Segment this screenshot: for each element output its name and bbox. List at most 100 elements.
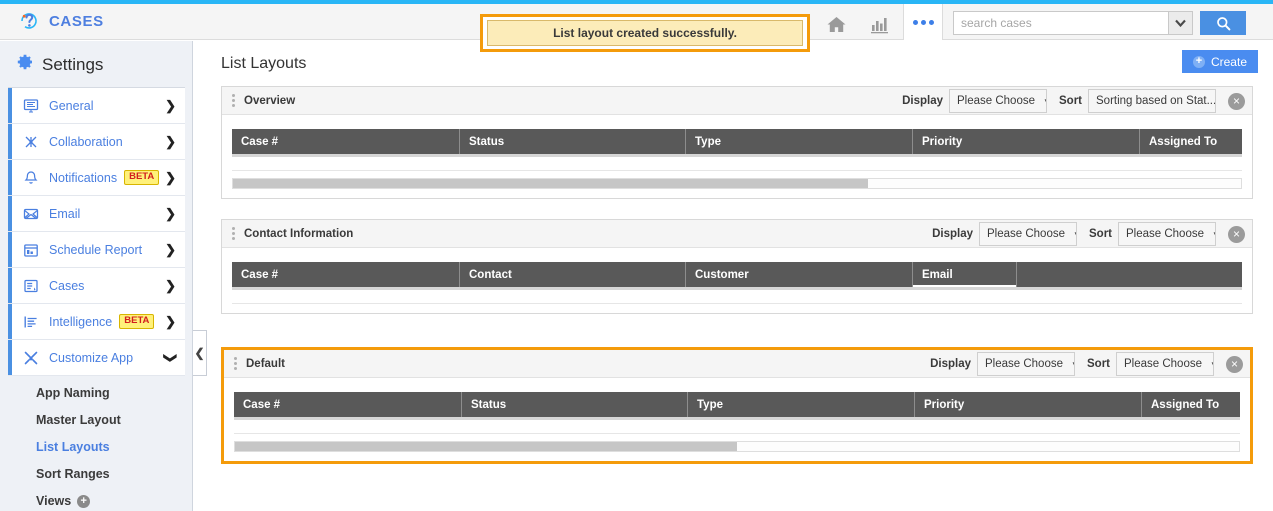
display-label: Display	[930, 358, 971, 370]
sidebar-item-cases[interactable]: Cases ❯	[8, 268, 185, 304]
horizontal-scrollbar[interactable]	[234, 441, 1240, 452]
customize-app-sub-list: App Naming Master Layout List Layouts So…	[0, 376, 192, 508]
sub-item-label: Master Layout	[36, 413, 121, 427]
column-header-empty[interactable]	[1017, 262, 1242, 287]
chevron-right-icon: ❯	[165, 169, 176, 185]
chevron-right-icon: ❯	[165, 277, 176, 293]
sidebar-item-label: Intelligence	[49, 314, 113, 329]
card-header: Overview Display Please Choose ▼ Sort So…	[222, 87, 1252, 115]
sidebar-item-label: Cases	[49, 278, 85, 293]
dots-group	[912, 19, 934, 25]
sidebar-item-list-layouts[interactable]: List Layouts	[36, 440, 192, 454]
chevron-right-icon: ❯	[165, 133, 176, 149]
sidebar-item-notifications[interactable]: Notifications BETA ❯	[8, 160, 185, 196]
settings-nav-list: General ❯ Collaboration ❯ Notifications …	[8, 87, 185, 376]
empty-row-divider	[232, 170, 1242, 171]
beta-badge: BETA	[119, 314, 155, 329]
column-header[interactable]: Status	[462, 392, 688, 417]
sidebar-item-email[interactable]: Email ❯	[8, 196, 185, 232]
card-body: Case # Status Type Priority Assigned To	[224, 378, 1250, 461]
gear-icon	[14, 52, 34, 77]
drag-handle-icon[interactable]	[234, 357, 237, 370]
empty-row-divider	[232, 303, 1242, 304]
column-header[interactable]: Customer	[686, 262, 913, 287]
column-header[interactable]: Case #	[232, 262, 460, 287]
calendar-icon	[22, 241, 40, 259]
remove-layout-button[interactable]: ×	[1228, 92, 1245, 110]
drag-handle-icon[interactable]	[232, 94, 235, 107]
column-header[interactable]: Assigned To	[1142, 392, 1240, 417]
bar-chart-icon[interactable]	[858, 8, 902, 40]
sidebar-item-sort-ranges[interactable]: Sort Ranges	[36, 467, 192, 481]
search-scope-dropdown[interactable]	[1168, 11, 1193, 35]
sidebar-item-collaboration[interactable]: Collaboration ❯	[8, 124, 185, 160]
card-body: Case # Status Type Priority Assigned To	[222, 115, 1252, 198]
chevron-down-icon: ▼	[1043, 97, 1046, 106]
column-header[interactable]: Type	[688, 392, 915, 417]
search-submit-button[interactable]	[1200, 11, 1246, 35]
display-label: Display	[902, 95, 943, 107]
sort-select[interactable]: Sorting based on Stat... ▼	[1088, 89, 1216, 113]
card-header: Contact Information Display Please Choos…	[222, 220, 1252, 248]
case-list-icon	[22, 277, 40, 295]
column-header[interactable]: Priority	[913, 129, 1140, 154]
sidebar-item-label: Customize App	[49, 350, 134, 365]
create-button[interactable]: + Create	[1181, 50, 1258, 73]
sidebar-item-app-naming[interactable]: App Naming	[36, 386, 192, 400]
list-layout-card-default: Default Display Please Choose ▼ Sort Ple…	[221, 347, 1253, 464]
sort-select[interactable]: Please Choose ▼	[1116, 352, 1214, 376]
sub-item-label: Views	[36, 494, 72, 508]
sidebar-item-general[interactable]: General ❯	[8, 88, 185, 124]
drag-handle-icon[interactable]	[232, 227, 235, 240]
sidebar-item-schedule-report[interactable]: Schedule Report ❯	[8, 232, 185, 268]
sub-item-label: Sort Ranges	[36, 467, 110, 481]
sidebar-item-label: General	[49, 98, 94, 113]
display-select-value: Please Choose	[957, 95, 1035, 107]
sidebar-collapse-handle[interactable]: ❮	[193, 330, 207, 376]
tools-icon	[22, 349, 40, 367]
sidebar-item-master-layout[interactable]: Master Layout	[36, 413, 192, 427]
envelope-icon	[22, 205, 40, 223]
scrollbar-thumb[interactable]	[235, 442, 737, 451]
chevron-down-icon: ▼	[1071, 360, 1074, 369]
remove-layout-button[interactable]: ×	[1228, 225, 1245, 243]
brand-label: CASES	[49, 12, 104, 30]
sidebar-item-intelligence[interactable]: Intelligence BETA ❯	[8, 304, 185, 340]
column-header[interactable]: Status	[460, 129, 686, 154]
chart-lines-icon	[22, 313, 40, 331]
remove-layout-button[interactable]: ×	[1226, 355, 1243, 373]
sub-item-label: App Naming	[36, 386, 110, 400]
sort-select[interactable]: Please Choose ▼	[1118, 222, 1216, 246]
scrollbar-thumb[interactable]	[233, 179, 869, 188]
success-toast: List layout created successfully.	[480, 14, 810, 52]
chevron-right-icon: ❯	[165, 205, 176, 221]
search-input[interactable]	[953, 11, 1168, 35]
column-header[interactable]: Contact	[460, 262, 686, 287]
display-select[interactable]: Please Choose ▼	[949, 89, 1047, 113]
sort-select-value: Please Choose	[1124, 358, 1202, 370]
sidebar-item-label: Notifications	[49, 170, 118, 185]
card-title: Overview	[244, 94, 296, 107]
chevron-down-icon: ▼	[1073, 230, 1076, 239]
home-icon[interactable]	[814, 8, 858, 40]
display-select[interactable]: Please Choose ▼	[977, 352, 1075, 376]
column-header[interactable]: Priority	[915, 392, 1142, 417]
more-dots-icon[interactable]	[903, 4, 943, 40]
chevron-right-icon: ❯	[165, 241, 176, 257]
horizontal-scrollbar[interactable]	[232, 178, 1242, 189]
sidebar-item-customize-app[interactable]: Customize App ❯	[8, 340, 185, 376]
beta-badge: BETA	[124, 170, 160, 185]
sidebar-item-views[interactable]: Views +	[36, 494, 192, 508]
settings-sidebar: Settings General ❯ Collaboration ❯ Notif…	[0, 41, 193, 511]
cases-logo-icon	[18, 10, 40, 32]
column-header[interactable]: Case #	[232, 129, 460, 154]
column-header[interactable]: Type	[686, 129, 913, 154]
search-bar	[953, 11, 1246, 35]
column-header[interactable]: Assigned To	[1140, 129, 1242, 154]
display-select[interactable]: Please Choose ▼	[979, 222, 1077, 246]
brand[interactable]: CASES	[18, 10, 104, 32]
add-view-plus-icon[interactable]: +	[77, 494, 91, 508]
column-header[interactable]: Email	[913, 262, 1017, 287]
share-nodes-icon	[22, 133, 40, 151]
column-header[interactable]: Case #	[234, 392, 462, 417]
